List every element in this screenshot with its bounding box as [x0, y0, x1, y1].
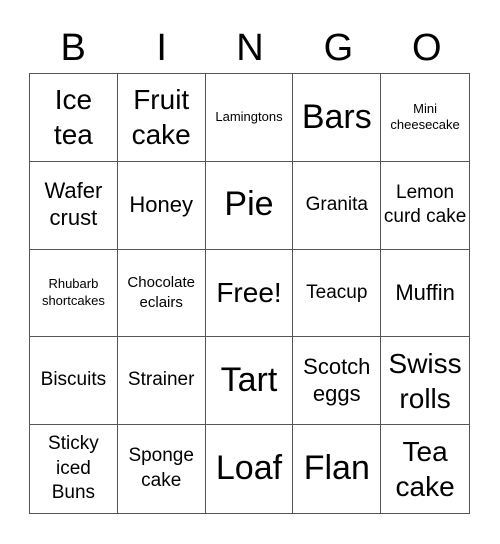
- bingo-cell[interactable]: Honey: [117, 161, 206, 250]
- bingo-cell[interactable]: Strainer: [117, 337, 206, 426]
- bingo-cell[interactable]: Sponge cake: [118, 425, 206, 513]
- bingo-cell[interactable]: Fruit cake: [117, 74, 206, 162]
- bingo-grid: Ice tea Fruit cake Lamingtons Bars Mini chee…: [29, 73, 470, 514]
- bingo-cell[interactable]: Loaf: [206, 425, 294, 513]
- bingo-cell[interactable]: Granita: [293, 161, 382, 250]
- bingo-cell[interactable]: Lemon curd cake: [381, 162, 469, 250]
- bingo-cell[interactable]: Chocolate eclairs: [117, 249, 206, 338]
- bingo-cell[interactable]: Bars: [293, 74, 382, 162]
- bingo-cell[interactable]: Flan: [293, 425, 382, 513]
- bingo-cell[interactable]: Lamingtons: [205, 74, 294, 162]
- header-letter-g: G: [323, 27, 354, 69]
- header-letter-n: N: [236, 27, 264, 69]
- bingo-cell[interactable]: Swiss rolls: [381, 337, 469, 426]
- bingo-cell[interactable]: Muffin: [381, 250, 469, 338]
- bingo-cell-free[interactable]: Free!: [205, 249, 294, 338]
- bingo-cell[interactable]: Rhubarb shortcakes: [30, 249, 118, 338]
- bingo-cell[interactable]: Biscuits: [30, 337, 118, 426]
- bingo-cell[interactable]: Pie: [205, 161, 294, 250]
- bingo-cell[interactable]: Teacup: [293, 249, 382, 338]
- header-letter-b: B: [60, 27, 86, 69]
- header-letter-i: I: [156, 27, 167, 69]
- bingo-cell[interactable]: Ice tea: [30, 74, 118, 162]
- bingo-header: B I N G O: [29, 22, 471, 74]
- header-letter-o: O: [412, 27, 442, 69]
- bingo-cell[interactable]: Sticky iced Buns: [30, 425, 118, 513]
- bingo-cell[interactable]: Tart: [205, 337, 294, 426]
- bingo-cell[interactable]: Wafer crust: [30, 161, 118, 250]
- bingo-cell[interactable]: Scotch eggs: [293, 337, 382, 426]
- bingo-cell[interactable]: Mini cheesecake: [381, 74, 469, 162]
- bingo-cell[interactable]: Tea cake: [381, 425, 469, 513]
